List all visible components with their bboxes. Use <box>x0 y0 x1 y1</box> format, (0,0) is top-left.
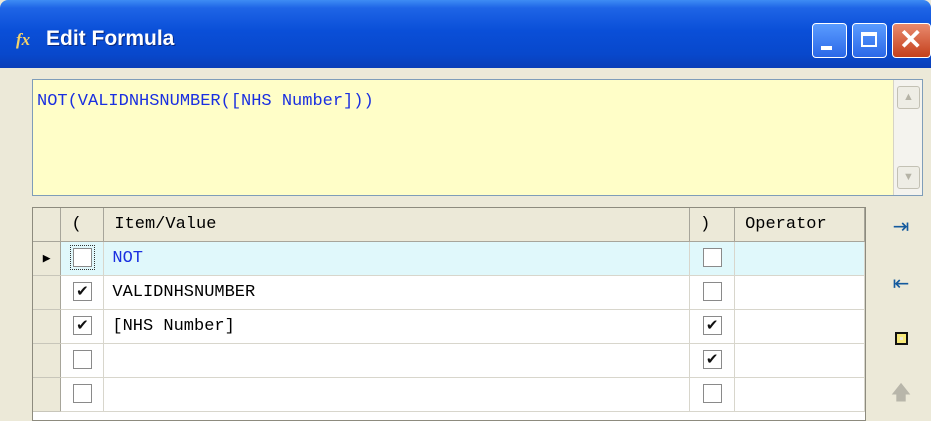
item-value-cell[interactable]: [NHS Number] <box>103 309 691 344</box>
move-up-icon[interactable]: 🡅 <box>886 377 916 407</box>
title-bar[interactable]: fx Edit Formula ✕ <box>0 0 931 68</box>
column-header-open-paren[interactable]: ( <box>60 208 105 242</box>
close-icon: ✕ <box>899 24 923 55</box>
close-button[interactable]: ✕ <box>892 23 931 58</box>
minimize-button[interactable] <box>812 23 847 58</box>
open-paren-cell: ✔ <box>60 275 105 310</box>
table-row[interactable]: ▶ NOT <box>33 241 865 276</box>
operator-cell[interactable] <box>734 275 865 310</box>
open-paren-checkbox[interactable] <box>69 245 95 270</box>
operator-cell[interactable] <box>734 343 865 378</box>
item-value-cell[interactable] <box>103 343 691 378</box>
formula-scrollbar[interactable]: ▲ ▼ <box>893 80 922 195</box>
table-row[interactable]: ✔ VALIDNHSNUMBER <box>33 275 865 310</box>
table-row[interactable]: ✔ [NHS Number] ✔ <box>33 309 865 344</box>
close-paren-checkbox[interactable] <box>702 282 722 301</box>
edit-formula-window: fx Edit Formula ✕ NOT(VALIDNHSNUMBER([NH… <box>0 0 931 421</box>
window-title: Edit Formula <box>46 27 175 50</box>
close-paren-checkbox[interactable] <box>702 384 722 403</box>
scroll-down-button[interactable]: ▼ <box>897 166 920 189</box>
open-paren-cell <box>60 343 105 378</box>
column-header-item-value[interactable]: Item/Value <box>103 208 691 242</box>
open-paren-checkbox[interactable] <box>72 384 92 403</box>
insert-row-before-icon[interactable]: ⇤ <box>886 268 916 298</box>
current-row-arrow-icon: ▶ <box>42 250 51 266</box>
row-selector[interactable]: ▶ <box>33 241 62 276</box>
row-selector[interactable] <box>33 309 62 344</box>
open-paren-checkbox[interactable] <box>72 350 92 369</box>
insert-row-after-icon[interactable]: ⇥ <box>886 211 916 241</box>
operator-cell[interactable] <box>734 241 865 276</box>
maximize-button[interactable] <box>852 23 887 58</box>
row-selector[interactable] <box>33 343 62 378</box>
close-paren-checkbox[interactable] <box>702 248 722 267</box>
close-paren-checkbox[interactable]: ✔ <box>702 316 722 335</box>
open-paren-cell <box>60 241 105 276</box>
minimize-icon <box>821 46 832 50</box>
close-paren-cell: ✔ <box>689 309 736 344</box>
table-row[interactable] <box>33 377 865 412</box>
column-header-close-paren[interactable]: ) <box>689 208 736 242</box>
operator-cell[interactable] <box>734 377 865 412</box>
close-paren-checkbox[interactable]: ✔ <box>702 350 722 369</box>
scroll-up-button[interactable]: ▲ <box>897 86 920 109</box>
row-selector[interactable] <box>33 377 62 412</box>
clear-row-icon[interactable] <box>886 322 916 352</box>
formula-text-area[interactable]: NOT(VALIDNHSNUMBER([NHS Number])) ▲ ▼ <box>32 79 923 196</box>
fx-icon: fx <box>16 30 31 49</box>
item-value-cell[interactable]: NOT <box>103 241 691 276</box>
maximize-icon <box>861 32 877 47</box>
item-value-cell[interactable] <box>103 377 691 412</box>
row-selector[interactable] <box>33 275 62 310</box>
close-paren-cell <box>689 241 736 276</box>
operator-cell[interactable] <box>734 309 865 344</box>
close-paren-cell: ✔ <box>689 343 736 378</box>
header-row: ( Item/Value ) Operator <box>33 208 865 242</box>
row-toolbar: ⇥ ⇤ 🡅 <box>878 207 924 421</box>
close-paren-cell <box>689 377 736 412</box>
open-paren-checkbox[interactable]: ✔ <box>72 316 92 335</box>
formula-grid[interactable]: ( Item/Value ) Operator ▶ NOT ✔ VALIDNHSNUM… <box>32 207 866 421</box>
formula-text: NOT(VALIDNHSNUMBER([NHS Number])) <box>37 92 374 111</box>
item-value-cell[interactable]: VALIDNHSNUMBER <box>103 275 691 310</box>
open-paren-cell <box>60 377 105 412</box>
column-header-operator[interactable]: Operator <box>734 208 865 242</box>
table-row[interactable]: ✔ <box>33 343 865 378</box>
close-paren-cell <box>689 275 736 310</box>
open-paren-checkbox[interactable]: ✔ <box>72 282 92 301</box>
row-selector-header <box>33 208 62 242</box>
open-paren-cell: ✔ <box>60 309 105 344</box>
formula-table: ( Item/Value ) Operator ▶ NOT ✔ VALIDNHSNUM… <box>33 208 865 412</box>
